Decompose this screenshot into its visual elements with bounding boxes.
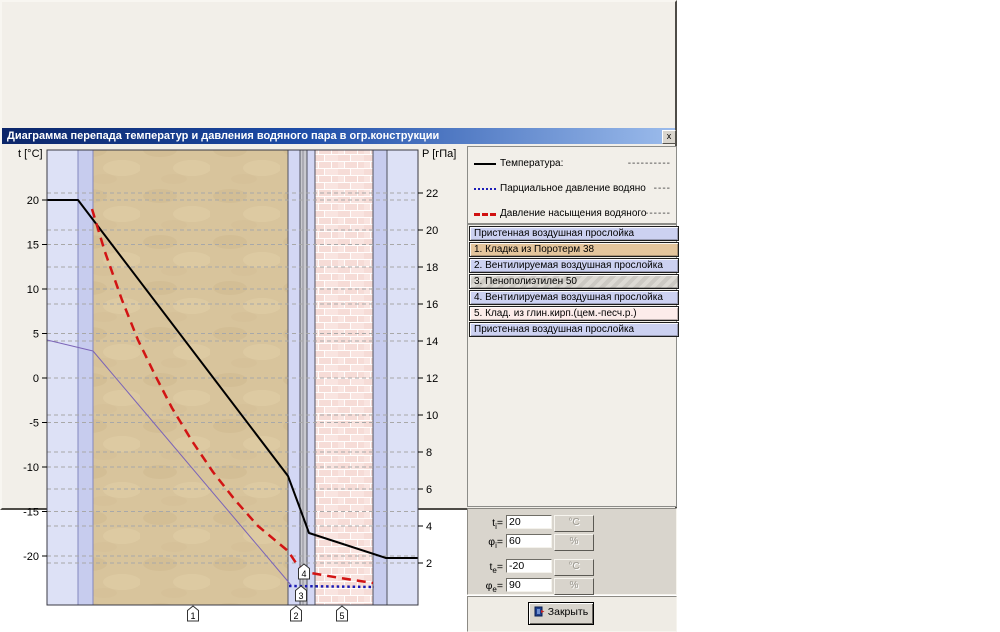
tick-label-left: 0 (33, 373, 39, 385)
solid-black-line-sample (474, 163, 496, 165)
boundary-conditions-panel: ti= °C φi=% te= °C φe=% (467, 508, 677, 595)
window-title: Диаграмма перепада температур и давления… (7, 130, 439, 142)
layer-tag-label: 2 (293, 611, 298, 621)
legend-panel: Температура:----------Парциальное давлен… (467, 146, 677, 224)
legend-trail: ---- (654, 183, 671, 194)
layer-list-item[interactable]: Пристенная воздушная прослойка (469, 322, 679, 337)
layer-tag-label: 5 (339, 611, 344, 621)
legend-label: Парциальное давление водяного пара: (500, 183, 646, 194)
phi-outside-unit-button[interactable]: % (554, 578, 594, 595)
tick-label-left: 5 (33, 329, 39, 341)
input-label-phi-inside: φi= (468, 536, 503, 550)
input-label-phi-outside: φe= (468, 580, 503, 594)
dotted-blue-line-sample (474, 188, 496, 190)
input-row-phi-inside: φi=% (468, 534, 676, 550)
title-bar[interactable]: Диаграмма перепада температур и давления… (2, 128, 675, 144)
layer-tag-label: 4 (301, 569, 306, 579)
right-axis-title: P [гПа] (422, 148, 456, 160)
close-button[interactable]: Закрыть (528, 602, 594, 625)
layer-tag-label: 1 (190, 611, 195, 621)
dashed-red-line-sample (474, 213, 496, 216)
tick-label-left: -5 (29, 418, 39, 430)
tick-label-right: 12 (426, 373, 438, 385)
t-inside-unit-button[interactable]: °C (554, 515, 594, 532)
tick-label-right: 22 (426, 188, 438, 200)
close-icon[interactable]: x (662, 130, 676, 144)
layer-list-item[interactable]: 4. Вентилируемая воздушная прослойка (469, 290, 679, 305)
legend-item: Температура: ---------- (468, 152, 676, 177)
tick-label-right: 10 (426, 410, 438, 422)
layer-list-item[interactable]: 2. Вентилируемая воздушная прослойка (469, 258, 679, 273)
t-inside-field[interactable] (506, 515, 552, 529)
input-row-phi-outside: φe=% (468, 578, 676, 594)
legend-trail: ---------- (628, 158, 671, 169)
tick-label-right: 16 (426, 299, 438, 311)
tick-label-left: 20 (27, 195, 39, 207)
input-label-t-outside: te= (468, 561, 503, 575)
layer-list-item[interactable]: 3. Пенополиэтилен 50 (469, 274, 679, 289)
t-outside-unit-button[interactable]: °C (554, 559, 594, 576)
legend-item: Парциальное давление водяного пара: ---- (468, 177, 676, 202)
phi-inside-unit-button[interactable]: % (554, 534, 594, 551)
tick-label-right: 8 (426, 447, 432, 459)
layer-list-item[interactable]: 1. Кладка из Поротерм 38 (469, 242, 679, 257)
footer-panel: Закрыть (467, 596, 677, 632)
layer-list-item[interactable]: 5. Клад. из глин.кирп.(цем.-песч.р.) (469, 306, 679, 321)
tick-label-left: -10 (23, 462, 39, 474)
tick-label-left: 10 (27, 284, 39, 296)
layer-list-item[interactable]: Пристенная воздушная прослойка (469, 226, 679, 241)
input-label-t-inside: ti= (468, 517, 503, 531)
tick-label-right: 14 (426, 336, 438, 348)
tick-label-right: 20 (426, 225, 438, 237)
input-row-t-inside: ti= °C (468, 515, 676, 531)
legend-label: Давление насыщения водяного пара: (500, 208, 646, 219)
tick-label-right: 4 (426, 521, 432, 533)
exit-door-icon (534, 606, 545, 617)
phi-inside-field[interactable] (506, 534, 552, 548)
input-row-t-outside: te= °C (468, 559, 676, 575)
layers-panel: Пристенная воздушная прослойка1. Кладка … (467, 224, 677, 507)
glaser-diagram: 20151050-5-10-15-20222018161412108642t [… (0, 143, 462, 625)
tick-label-right: 18 (426, 262, 438, 274)
close-button-label: Закрыть (548, 606, 588, 618)
legend-trail: ------ (645, 208, 671, 219)
tick-label-left: -20 (23, 551, 39, 563)
phi-outside-field[interactable] (506, 578, 552, 592)
t-outside-field[interactable] (506, 559, 552, 573)
tick-label-left: -15 (23, 507, 39, 519)
tick-label-right: 6 (426, 484, 432, 496)
tick-label-right: 2 (426, 558, 432, 570)
layer-tag-label: 3 (298, 591, 303, 601)
legend-label: Температура: (500, 158, 563, 169)
tick-label-left: 15 (27, 240, 39, 252)
left-axis-title: t [°C] (18, 148, 43, 160)
